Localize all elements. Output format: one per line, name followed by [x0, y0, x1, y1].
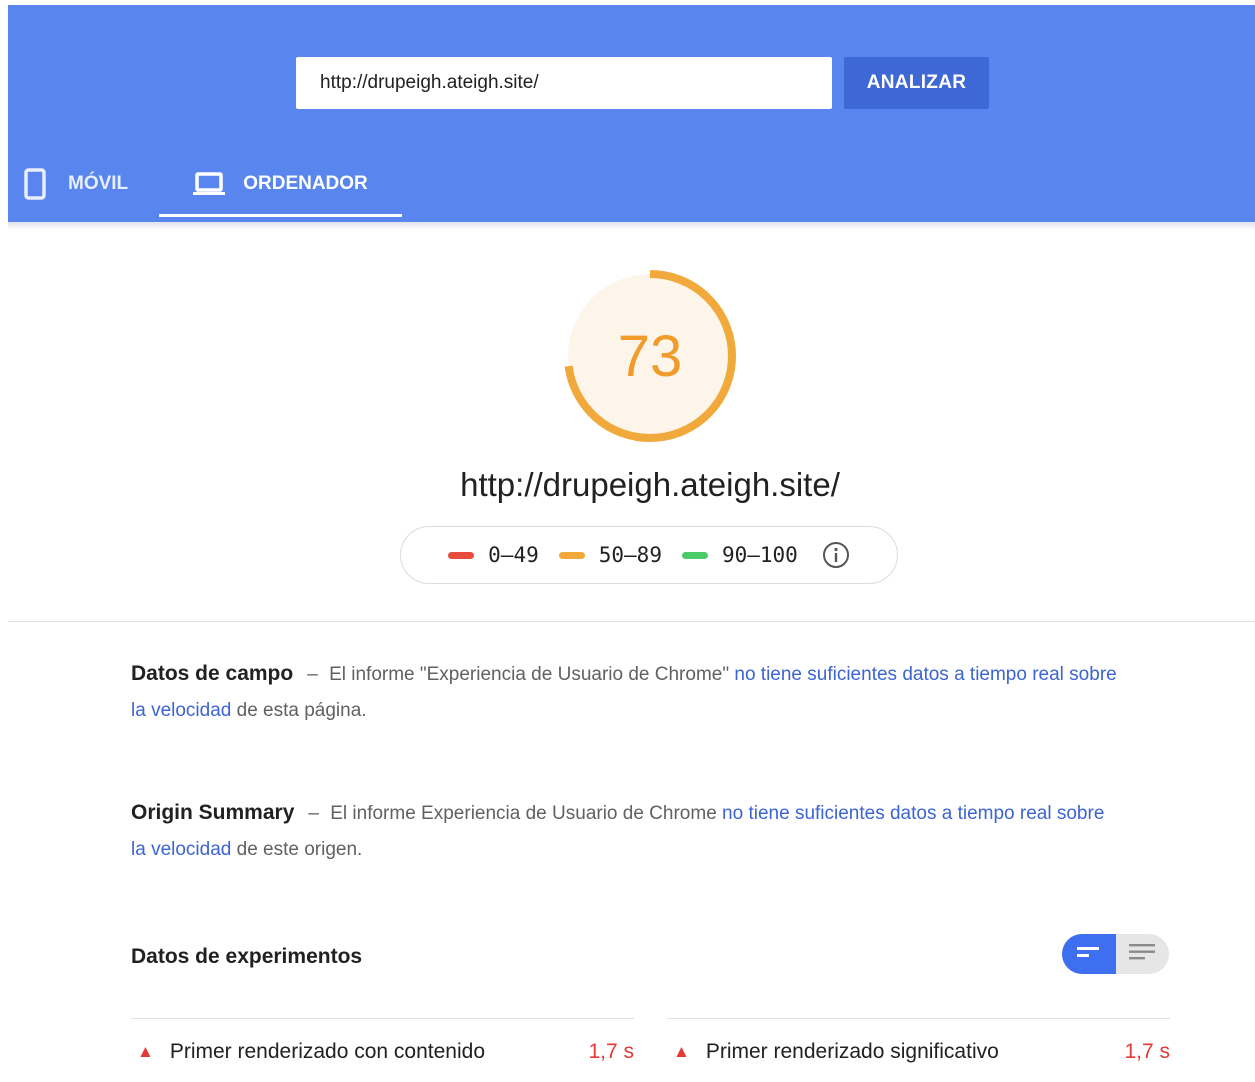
metric-divider-right	[667, 1018, 1170, 1019]
laptop-icon	[193, 171, 226, 196]
legend-range-fail: 0–49	[488, 543, 539, 567]
view-toggle	[1062, 934, 1169, 974]
legend-swatch-pass	[681, 551, 708, 559]
legend-swatch-average	[558, 551, 585, 559]
compact-view-button[interactable]	[1062, 934, 1116, 974]
field-data-section: Datos de campo – El informe "Experiencia …	[131, 656, 1121, 729]
field-data-text-after: de esta página.	[236, 700, 367, 721]
tab-desktop-label: ORDENADOR	[243, 172, 368, 194]
metric-first-contentful-paint: ▲ Primer renderizado con contenido 1,7 s	[137, 1034, 634, 1070]
legend-swatch-fail	[448, 551, 475, 559]
warning-triangle-icon: ▲	[137, 1042, 154, 1061]
header-shadow	[8, 222, 1255, 230]
legend-item-average: 50–89	[558, 543, 662, 567]
legend-range-average: 50–89	[598, 543, 662, 567]
tab-desktop[interactable]: ORDENADOR	[159, 150, 402, 217]
field-data-heading: Datos de campo	[131, 662, 294, 685]
expanded-view-button[interactable]	[1116, 934, 1170, 974]
tab-mobile[interactable]: MÓVIL	[8, 150, 160, 217]
field-data-dash: –	[307, 664, 318, 685]
metric-divider-left	[131, 1018, 634, 1019]
phone-icon	[24, 167, 46, 200]
compact-view-icon	[1076, 945, 1101, 963]
metric-value: 1,7 s	[1124, 1040, 1170, 1063]
legend-item-fail: 0–49	[448, 543, 539, 567]
score-legend: 0–49 50–89 90–100	[400, 526, 898, 584]
lab-data-heading: Datos de experimentos	[131, 945, 363, 968]
legend-range-pass: 90–100	[721, 543, 798, 567]
analyze-button[interactable]: ANALIZAR	[844, 57, 989, 109]
legend-item-pass: 90–100	[681, 543, 798, 567]
origin-summary-text-after: de este origen.	[236, 839, 363, 860]
tab-mobile-label: MÓVIL	[68, 172, 129, 194]
metric-label: Primer renderizado con contenido	[169, 1040, 486, 1063]
origin-summary-dash: –	[308, 803, 319, 824]
analyzed-url: http://drupeigh.ateigh.site/	[460, 466, 840, 503]
origin-summary-text: El informe Experiencia de Usuario de Chr…	[330, 803, 717, 824]
metric-first-meaningful-paint: ▲ Primer renderizado significativo 1,7 s	[673, 1034, 1170, 1070]
expanded-view-icon	[1129, 943, 1156, 966]
field-data-text: El informe "Experiencia de Usuario de Ch…	[329, 664, 730, 685]
origin-summary-heading: Origin Summary	[131, 801, 295, 824]
metric-label: Primer renderizado significativo	[705, 1040, 999, 1063]
info-icon[interactable]	[822, 541, 850, 569]
warning-triangle-icon: ▲	[673, 1042, 690, 1061]
url-input[interactable]	[296, 57, 832, 109]
metric-value: 1,7 s	[588, 1040, 634, 1063]
active-tab-indicator	[159, 214, 402, 217]
section-divider	[8, 621, 1255, 622]
origin-summary-section: Origin Summary – El informe Experiencia d…	[131, 795, 1121, 868]
score-value: 73	[617, 323, 683, 389]
